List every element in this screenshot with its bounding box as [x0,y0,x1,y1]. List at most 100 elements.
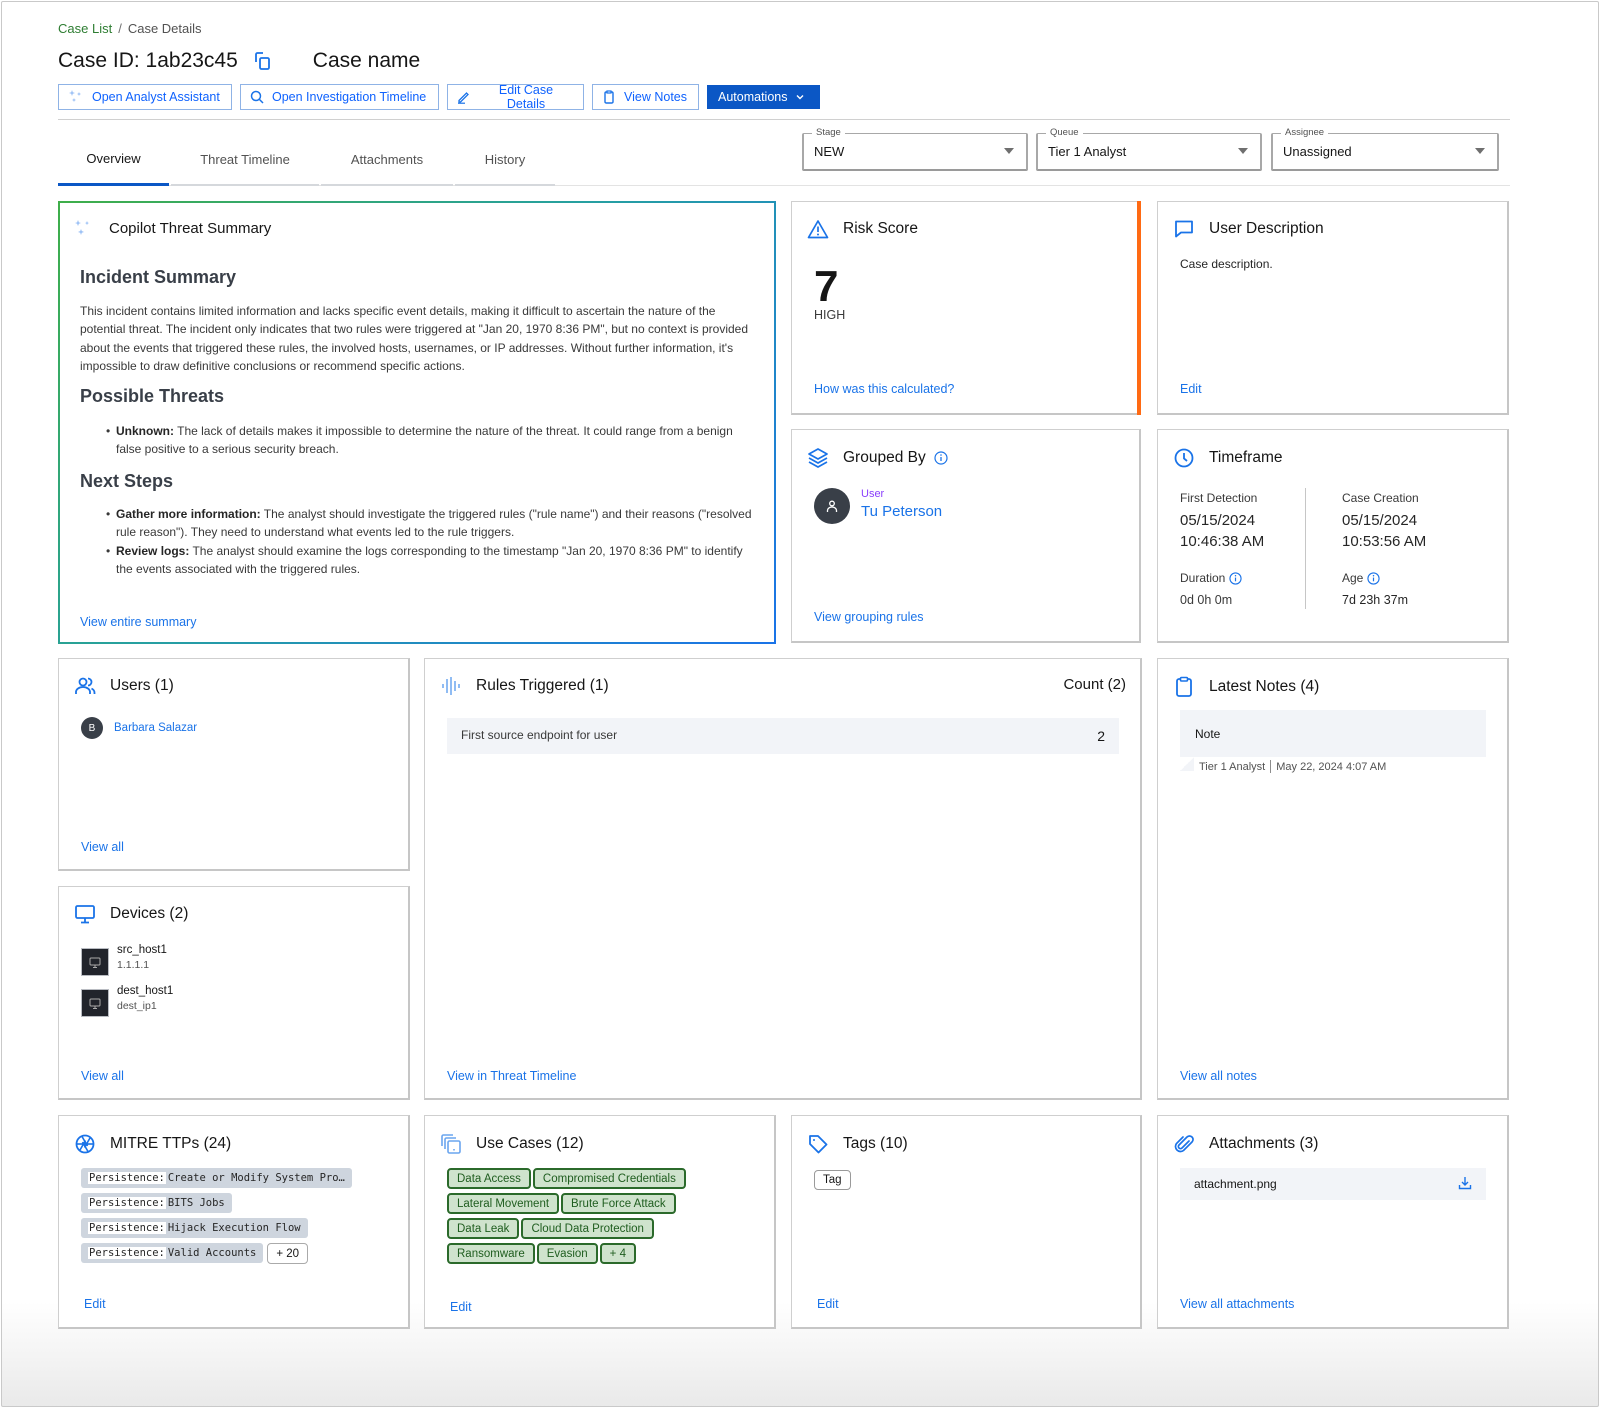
mitre-ttp-chip[interactable]: Persistence: BITS Jobs [81,1193,232,1213]
assignee-label: Assignee [1281,127,1329,138]
first-detection-time: 10:46:38 AM [1180,533,1265,550]
open-investigation-timeline-button[interactable]: Open Investigation Timeline [240,84,439,110]
risk-score-value: 7 [814,262,839,311]
use-case-chip[interactable]: Evasion [536,1243,598,1264]
tab-history[interactable]: History [455,134,555,186]
queue-select[interactable]: Queue Tier 1 Analyst [1036,127,1262,171]
mitre-ttp-chip[interactable]: Persistence: Create or Modify System Pro… [81,1168,352,1188]
use-case-chip[interactable]: Compromised Credentials [532,1168,686,1189]
stage-label: Stage [812,127,845,138]
view-entire-summary-link[interactable]: View entire summary [80,615,196,629]
edit-case-details-button[interactable]: Edit Case Details [447,83,584,111]
info-icon[interactable] [1229,571,1242,585]
view-all-attachments-link[interactable]: View all attachments [1180,1297,1294,1311]
users-header: Users (1) [74,676,174,696]
latest-notes-card: Latest Notes (4) Note Tier 1 Analyst May… [1157,658,1509,1100]
copilot-card-body: Copilot Threat Summary Incident Summary … [60,203,774,642]
use-case-chip[interactable]: Brute Force Attack [561,1193,676,1214]
use-case-chip[interactable]: Ransomware [447,1243,535,1264]
mitre-ttp-chip[interactable]: Persistence: Valid Accounts [81,1243,264,1263]
mitre-ttp-chip[interactable]: Persistence: Hijack Execution Flow [81,1218,308,1238]
stage-value-box[interactable]: NEW [802,133,1028,171]
duration-label-row: Duration [1180,571,1264,585]
view-in-threat-timeline-link[interactable]: View in Threat Timeline [447,1069,576,1083]
assignee-value-box[interactable]: Unassigned [1271,133,1499,171]
grouped-by-card: Grouped By User Tu Peterson View groupin… [791,429,1141,643]
info-icon[interactable] [1367,571,1380,585]
rule-count: 2 [1097,728,1105,744]
user-name-link[interactable]: Barbara Salazar [114,722,197,734]
chat-bubble-icon [1175,220,1193,238]
warning-icon [807,220,829,239]
queue-value: Tier 1 Analyst [1048,144,1127,159]
note-author: Tier 1 Analyst [1199,760,1266,773]
user-description-edit-link[interactable]: Edit [1180,382,1202,396]
risk-score-card: Risk Score 7 HIGH How was this calculate… [791,201,1141,415]
use-case-chip[interactable]: Data Access [447,1168,531,1189]
rule-row[interactable]: First source endpoint for user 2 [447,718,1119,754]
device-thumbnail [81,948,109,976]
ttp-technique: Create or Modify System Pro… [167,1172,345,1184]
risk-score-header: Risk Score [807,219,918,239]
automations-dropdown-button[interactable]: Automations [707,85,820,109]
info-icon[interactable] [934,451,948,465]
tags-edit-link[interactable]: Edit [817,1297,839,1311]
mitre-ttps-card: MITRE TTPs (24) Persistence: Create or Mo… [58,1115,410,1329]
queue-value-box[interactable]: Tier 1 Analyst [1036,133,1262,171]
first-detection-block: First Detection 05/15/2024 10:46:38 AM D… [1180,491,1264,607]
edit-case-details-label: Edit Case Details [498,83,554,111]
copy-icon[interactable] [252,51,272,71]
mitre-edit-link[interactable]: Edit [84,1297,106,1311]
use-case-chip[interactable]: Cloud Data Protection [521,1218,654,1239]
tag-icon [809,1135,828,1154]
step-item-label: Gather more information: [116,507,261,521]
tab-threat-timeline[interactable]: Threat Timeline [171,134,319,186]
tab-attachments[interactable]: Attachments [321,134,453,186]
user-description-card: User Description Case description. Edit [1157,201,1509,415]
open-analyst-assistant-button[interactable]: Open Analyst Assistant [58,84,232,110]
note-meta: Tier 1 Analyst May 22, 2024 4:07 AM [1199,760,1386,773]
clipboard-icon [604,90,614,104]
risk-score-title: Risk Score [843,220,918,237]
timeframe-header: Timeframe [1173,447,1283,469]
user-list-item: B Barbara Salazar [81,717,197,739]
device-list-item[interactable]: src_host1 1.1.1.1 [81,944,167,976]
duration-label: Duration [1180,571,1226,585]
use-cases-edit-link[interactable]: Edit [450,1300,472,1314]
step-item: Gather more information: The analyst sho… [106,505,756,542]
chevron-down-icon [796,95,804,100]
grouped-by-title: Grouped By [843,449,926,466]
rules-count-label: Count (2) [1063,676,1126,693]
use-case-list: Data Access Compromised Credentials Later… [447,1168,767,1268]
assignee-select[interactable]: Assignee Unassigned [1271,127,1499,171]
device-list-item[interactable]: dest_host1 dest_ip1 [81,985,173,1017]
tab-overview[interactable]: Overview [58,134,169,186]
mitre-more-button[interactable]: + 20 [267,1243,309,1264]
use-case-chip[interactable]: Data Leak [447,1218,520,1239]
users-card: Users (1) B Barbara Salazar View all [58,658,410,871]
use-case-chip[interactable]: Lateral Movement [447,1193,560,1214]
grouped-entity-name-link[interactable]: Tu Peterson [861,503,942,520]
devices-view-all-link[interactable]: View all [81,1069,124,1083]
stage-select[interactable]: Stage NEW [802,127,1028,171]
breadcrumb-case-list[interactable]: Case List [58,21,112,36]
view-all-notes-link[interactable]: View all notes [1180,1069,1257,1083]
queue-label: Queue [1046,127,1083,138]
waveform-icon [442,677,460,695]
tag-chip[interactable]: Tag [814,1170,851,1190]
view-grouping-rules-link[interactable]: View grouping rules [814,610,924,624]
download-icon[interactable] [1458,1176,1472,1190]
devices-header: Devices (2) [74,904,188,924]
attachments-title: Attachments (3) [1209,1135,1319,1152]
users-title: Users (1) [110,677,174,694]
tags-title: Tags (10) [843,1135,908,1152]
device-ip: 1.1.1.1 [117,959,150,971]
users-view-all-link[interactable]: View all [81,840,124,854]
rule-name: First source endpoint for user [461,728,618,742]
note-item[interactable]: Note [1180,710,1486,757]
use-cases-more-button[interactable]: + 4 [599,1243,636,1264]
attachment-row[interactable]: attachment.png [1180,1168,1486,1200]
mitre-ttps-title: MITRE TTPs (24) [110,1135,232,1152]
how-calculated-link[interactable]: How was this calculated? [814,382,954,396]
view-notes-button[interactable]: View Notes [592,84,699,110]
